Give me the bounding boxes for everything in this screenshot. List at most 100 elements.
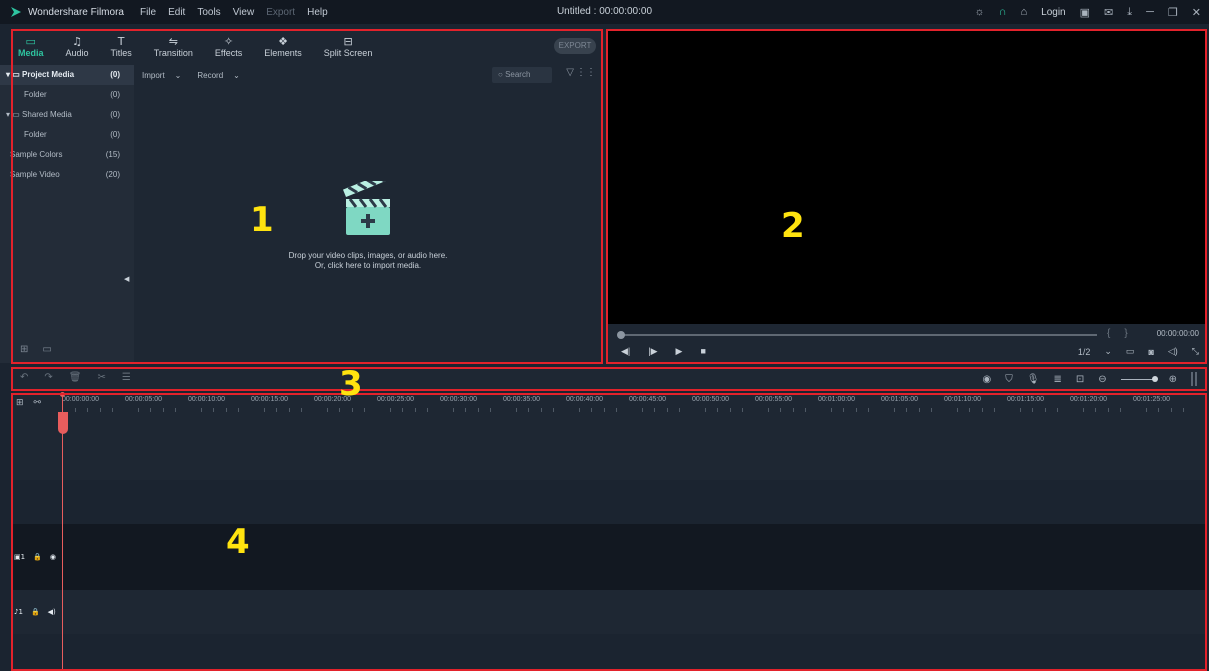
audio-track[interactable]: ♪1 🔒 ◀): [12, 590, 1207, 634]
stop-icon[interactable]: ■: [700, 346, 705, 357]
voiceover-icon[interactable]: ≣: [1053, 374, 1061, 385]
video-track-icon: ▣1: [14, 553, 26, 561]
timeline-ruler[interactable]: 00:00:00:00 00:00:05:00 00:00:10:00 00:00:1…: [60, 394, 1207, 412]
display-icon[interactable]: ▭: [1126, 346, 1135, 357]
restore-button[interactable]: ❐: [1168, 6, 1178, 19]
tree-item-sample-colors[interactable]: Sample Colors (15): [0, 145, 134, 165]
zoom-slider[interactable]: [1120, 375, 1158, 382]
lock-icon[interactable]: 🔒: [33, 553, 42, 561]
minimize-button[interactable]: ─: [1146, 6, 1154, 18]
new-folder-icon[interactable]: ⊞: [20, 344, 28, 355]
zoom-out-icon[interactable]: ⊖: [1098, 374, 1106, 385]
chevron-down-icon[interactable]: ⌄: [1104, 346, 1112, 357]
ruler-tick-label: 00:00:15:00: [251, 396, 288, 403]
preview-options: 1/2 ⌄ ▭ ◙ ◁) ⤡: [1078, 346, 1199, 357]
menu-file[interactable]: File: [140, 7, 156, 18]
filter-icon[interactable]: ▽: [566, 67, 574, 78]
video-track[interactable]: ▣1 🔒 ◉: [12, 524, 1207, 590]
next-frame-icon[interactable]: |▶: [648, 346, 657, 357]
login-button[interactable]: Login: [1041, 7, 1065, 18]
tab-transition[interactable]: ⇋ Transition: [154, 36, 193, 59]
tree-item-sample-video[interactable]: Sample Video (20): [0, 165, 134, 185]
tab-split-screen[interactable]: ⊟ Split Screen: [324, 35, 373, 59]
collapse-panel-icon[interactable]: ◀: [124, 275, 129, 283]
tab-elements[interactable]: ❖ Elements: [264, 35, 302, 59]
volume-icon[interactable]: ◁): [1168, 346, 1178, 357]
quality-select[interactable]: 1/2: [1078, 347, 1091, 357]
preview-controls: {} 00:00:00:00 ◀| |▶ ▶ ■ 1/2 ⌄ ▭ ◙ ◁) ⤡: [607, 324, 1207, 363]
save-icon[interactable]: ▣: [1080, 6, 1090, 19]
drop-hint: Drop your video clips, images, or audio …: [288, 251, 448, 270]
track-lane[interactable]: [12, 480, 1207, 524]
media-drop-area[interactable]: Drop your video clips, images, or audio …: [134, 85, 602, 363]
playhead-handle[interactable]: [60, 392, 65, 397]
track-lane[interactable]: [12, 634, 1207, 671]
redo-icon[interactable]: ↷: [44, 372, 52, 383]
mail-icon[interactable]: ✉: [1104, 6, 1113, 19]
grid-view-icon[interactable]: ⋮⋮: [576, 67, 596, 78]
timeline-header: ⊞ ⚯: [12, 394, 60, 412]
menu-export[interactable]: Export: [266, 7, 295, 18]
delete-icon[interactable]: 🗑: [69, 372, 82, 383]
filmora-window: Wondershare Filmora File Edit Tools View…: [0, 0, 1209, 671]
adjust-icon[interactable]: ☰: [122, 372, 131, 383]
marker-icon[interactable]: ⛉: [1005, 374, 1013, 385]
gift-icon[interactable]: ⌂: [1020, 6, 1027, 18]
mark-in-out-icon[interactable]: {}: [1107, 328, 1142, 339]
headset-icon[interactable]: ∩: [999, 6, 1007, 18]
track-lane[interactable]: [12, 412, 1207, 480]
tree-item-shared-media[interactable]: ▾ ▭ Shared Media (0): [0, 105, 134, 125]
preview-panel: {} 00:00:00:00 ◀| |▶ ▶ ■ 1/2 ⌄ ▭ ◙ ◁) ⤡: [607, 29, 1207, 363]
close-button[interactable]: ✕: [1192, 6, 1201, 19]
annotation-label-3: 3: [339, 364, 363, 404]
menu-edit[interactable]: Edit: [168, 7, 185, 18]
snap-icon[interactable]: ⊡: [1076, 374, 1084, 385]
record-dropdown[interactable]: Record ⌄: [189, 67, 248, 83]
tab-effects[interactable]: ✧ Effects: [215, 36, 242, 59]
zoom-slider-handle[interactable]: [1151, 375, 1158, 382]
export-button[interactable]: EXPORT: [554, 38, 596, 54]
preview-scrubber[interactable]: [621, 334, 1097, 336]
app-name: Wondershare Filmora: [28, 6, 124, 18]
cut-icon[interactable]: ✂: [97, 372, 105, 383]
ruler-tick-label: 00:00:50:00: [692, 396, 729, 403]
playback-controls: ◀| |▶ ▶ ■: [621, 346, 706, 357]
tree-item-folder[interactable]: Folder (0): [0, 85, 134, 105]
folder-icon[interactable]: ▭: [42, 344, 51, 355]
timeline-tools: ◉ ⛉ 🎙 ≣ ⊡ ⊖ ⊕: [983, 372, 1199, 386]
tree-item-project-media[interactable]: ▾ ▭ Project Media (0): [0, 65, 134, 85]
speaker-icon[interactable]: ◀): [48, 608, 56, 616]
render-icon[interactable]: ◉: [983, 374, 992, 385]
tab-titles[interactable]: T Titles: [111, 36, 132, 59]
previous-frame-icon[interactable]: ◀|: [621, 346, 630, 357]
timeline-settings-icon[interactable]: [1191, 372, 1199, 386]
title-bar: Wondershare Filmora File Edit Tools View…: [0, 0, 1209, 24]
elements-icon: ❖: [278, 35, 288, 48]
lock-icon[interactable]: 🔒: [31, 608, 40, 616]
microphone-icon[interactable]: 🎙: [1027, 374, 1040, 385]
add-track-icon[interactable]: ⊞: [16, 398, 24, 408]
scrubber-handle[interactable]: [617, 331, 625, 339]
menu-view[interactable]: View: [233, 7, 255, 18]
play-icon[interactable]: ▶: [676, 346, 683, 357]
import-dropdown[interactable]: Import ⌄: [134, 67, 189, 83]
eye-icon[interactable]: ◉: [50, 553, 56, 561]
split-screen-icon: ⊟: [343, 35, 353, 48]
tree-item-folder[interactable]: Folder (0): [0, 125, 134, 145]
folder-icon: ▭: [25, 35, 36, 48]
search-input[interactable]: ○ Search: [492, 67, 552, 83]
chevron-down-icon: ⌄: [233, 70, 240, 80]
undo-icon[interactable]: ↶: [20, 372, 28, 383]
bulb-icon[interactable]: ☼: [974, 6, 984, 18]
link-icon[interactable]: ⚯: [34, 398, 42, 408]
fullscreen-icon[interactable]: ⤡: [1192, 346, 1199, 357]
tab-media[interactable]: ▭ Media: [18, 35, 44, 59]
snapshot-icon[interactable]: ◙: [1148, 347, 1153, 357]
playhead-line[interactable]: [62, 394, 63, 671]
menu-tools[interactable]: Tools: [197, 7, 220, 18]
tab-audio[interactable]: ♫ Audio: [66, 36, 89, 59]
download-icon[interactable]: ⤓: [1127, 6, 1132, 19]
zoom-in-icon[interactable]: ⊕: [1169, 374, 1177, 385]
playhead-marker[interactable]: [58, 412, 68, 434]
menu-help[interactable]: Help: [307, 7, 328, 18]
